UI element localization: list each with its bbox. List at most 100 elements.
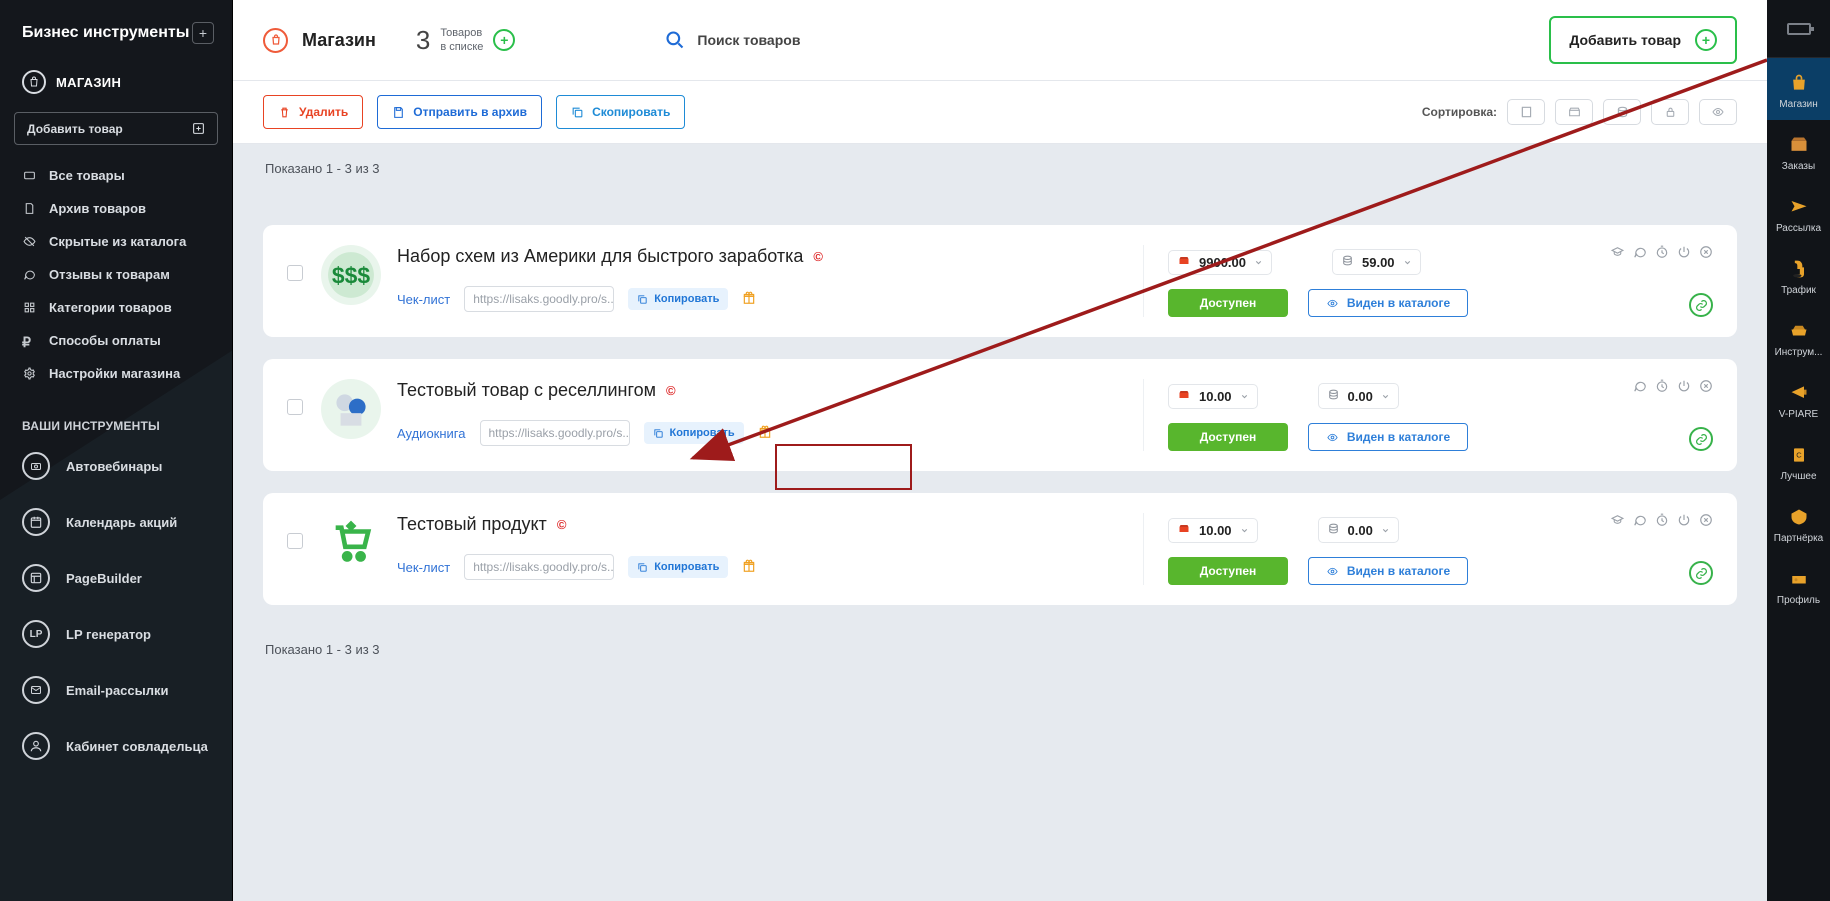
- add-product-button[interactable]: Добавить товар +: [1549, 16, 1737, 64]
- close-icon[interactable]: [1699, 245, 1713, 264]
- copyright-icon: ©: [666, 383, 676, 398]
- product-type-link[interactable]: Чек-лист: [397, 560, 450, 575]
- rail-партнёрка[interactable]: Партнёрка: [1767, 492, 1830, 554]
- cap-icon[interactable]: [1610, 513, 1625, 532]
- archive-button[interactable]: Отправить в архив: [377, 95, 542, 129]
- product-url[interactable]: https://lisaks.goodly.pro/s...: [480, 420, 630, 446]
- comment-icon[interactable]: [1633, 245, 1647, 264]
- timer-icon[interactable]: [1655, 513, 1669, 532]
- rail-инструм...[interactable]: Инструм...: [1767, 306, 1830, 368]
- timer-icon[interactable]: [1655, 379, 1669, 398]
- power-icon[interactable]: [1677, 379, 1691, 398]
- available-button[interactable]: Доступен: [1168, 423, 1288, 451]
- delete-button[interactable]: Удалить: [263, 95, 363, 129]
- tool-email[interactable]: Email-рассылки: [0, 662, 232, 718]
- power-icon[interactable]: [1677, 245, 1691, 264]
- sidebar-main-menu: Все товары Архив товаров Скрытые из ката…: [0, 159, 232, 390]
- add-count-button[interactable]: +: [493, 29, 515, 51]
- rail-профиль[interactable]: Профиль: [1767, 554, 1830, 616]
- timer-icon[interactable]: [1655, 245, 1669, 264]
- row-checkbox[interactable]: [287, 533, 303, 549]
- tool-autowebinars[interactable]: Автовебинары: [0, 438, 232, 494]
- link-circle-button[interactable]: [1689, 293, 1713, 317]
- menu-payment[interactable]: ₽Способы оплаты: [0, 324, 232, 357]
- product-count-label: Товаровв списке: [440, 26, 483, 55]
- rail-label: Заказы: [1782, 162, 1815, 172]
- sort-eye[interactable]: [1699, 99, 1737, 125]
- menu-hidden[interactable]: Скрытые из каталога: [0, 225, 232, 258]
- rail-v-piare[interactable]: V-PIARE: [1767, 368, 1830, 430]
- close-icon[interactable]: [1699, 513, 1713, 532]
- row-checkbox[interactable]: [287, 265, 303, 281]
- rail-label: Лучшее: [1780, 472, 1816, 482]
- link-circle-button[interactable]: [1689, 427, 1713, 451]
- row-actions: [1633, 379, 1713, 398]
- product-url[interactable]: https://lisaks.goodly.pro/s...: [464, 286, 614, 312]
- cap-icon[interactable]: [1610, 245, 1625, 264]
- available-button[interactable]: Доступен: [1168, 557, 1288, 585]
- add-product-sidebar[interactable]: Добавить товар: [14, 112, 218, 145]
- copy-link-button[interactable]: Копировать: [628, 556, 728, 578]
- visible-button[interactable]: Виден в каталоге: [1308, 289, 1468, 317]
- wallet-icon: [1177, 389, 1191, 404]
- add-tool-button[interactable]: +: [192, 22, 214, 44]
- gift-icon: [758, 425, 772, 442]
- available-button[interactable]: Доступен: [1168, 289, 1288, 317]
- rail-заказы[interactable]: Заказы: [1767, 120, 1830, 182]
- coins-icon: [1341, 254, 1354, 270]
- product-type-link[interactable]: Аудиокнига: [397, 426, 466, 441]
- price2-field[interactable]: 0.00: [1318, 517, 1399, 543]
- link-circle-button[interactable]: [1689, 561, 1713, 585]
- shown-top: Показано 1 - 3 из 3: [265, 162, 1737, 175]
- product-url[interactable]: https://lisaks.goodly.pro/s...: [464, 554, 614, 580]
- menu-all-products[interactable]: Все товары: [0, 159, 232, 192]
- price2-field[interactable]: 0.00: [1318, 383, 1399, 409]
- rail-лучшее[interactable]: CЛучшее: [1767, 430, 1830, 492]
- sort-wallet[interactable]: [1555, 99, 1593, 125]
- copy-button[interactable]: Скопировать: [556, 95, 685, 129]
- copy-link-button[interactable]: Копировать: [628, 288, 728, 310]
- product-card: Тестовый продукт© Чек-лист https://lisak…: [263, 493, 1737, 605]
- plus-box-icon: [192, 122, 205, 135]
- visible-button[interactable]: Виден в каталоге: [1308, 557, 1468, 585]
- visible-button[interactable]: Виден в каталоге: [1308, 423, 1468, 451]
- price-field[interactable]: 10.00: [1168, 518, 1258, 543]
- sort-stack[interactable]: [1603, 99, 1641, 125]
- product-thumb: [321, 513, 381, 573]
- tool-pagebuilder[interactable]: PageBuilder: [0, 550, 232, 606]
- rail-label: Профиль: [1777, 596, 1820, 606]
- power-icon[interactable]: [1677, 513, 1691, 532]
- rail-label: Партнёрка: [1774, 534, 1823, 544]
- product-title[interactable]: Тестовый товар с реселлингом: [397, 379, 656, 402]
- sidebar-store-link[interactable]: МАГАЗИН: [0, 58, 232, 104]
- price2-field[interactable]: 59.00: [1332, 249, 1421, 275]
- row-checkbox[interactable]: [287, 399, 303, 415]
- product-title[interactable]: Набор схем из Америки для быстрого зараб…: [397, 245, 803, 268]
- sort-journal[interactable]: [1507, 99, 1545, 125]
- left-sidebar: Бизнес инструменты + МАГАЗИН Добавить то…: [0, 0, 233, 901]
- product-type-link[interactable]: Чек-лист: [397, 292, 450, 307]
- rail-icon: [1786, 320, 1812, 342]
- rail-рассылка[interactable]: Рассылка: [1767, 182, 1830, 244]
- sidebar-tools: Автовебинары Календарь акций PageBuilder…: [0, 438, 232, 774]
- gift-icon: [742, 559, 756, 576]
- tool-coowner[interactable]: Кабинет совладельца: [0, 718, 232, 774]
- product-title[interactable]: Тестовый продукт: [397, 513, 547, 536]
- sort-lock[interactable]: [1651, 99, 1689, 125]
- menu-categories[interactable]: Категории товаров: [0, 291, 232, 324]
- tool-calendar[interactable]: Календарь акций: [0, 494, 232, 550]
- price-field[interactable]: 9900.00: [1168, 250, 1272, 275]
- search-products[interactable]: Поиск товаров: [665, 30, 800, 50]
- rail-магазин[interactable]: Магазин: [1767, 58, 1830, 120]
- tool-lp-generator[interactable]: LPLP генератор: [0, 606, 232, 662]
- comment-icon[interactable]: [1633, 513, 1647, 532]
- price-field[interactable]: 10.00: [1168, 384, 1258, 409]
- menu-archive[interactable]: Архив товаров: [0, 192, 232, 225]
- close-icon[interactable]: [1699, 379, 1713, 398]
- rail-трафик[interactable]: Трафик: [1767, 244, 1830, 306]
- copy-link-button[interactable]: Копировать: [644, 422, 744, 444]
- coins-icon: [1327, 522, 1340, 538]
- menu-settings[interactable]: Настройки магазина: [0, 357, 232, 390]
- comment-icon[interactable]: [1633, 379, 1647, 398]
- menu-reviews[interactable]: Отзывы к товарам: [0, 258, 232, 291]
